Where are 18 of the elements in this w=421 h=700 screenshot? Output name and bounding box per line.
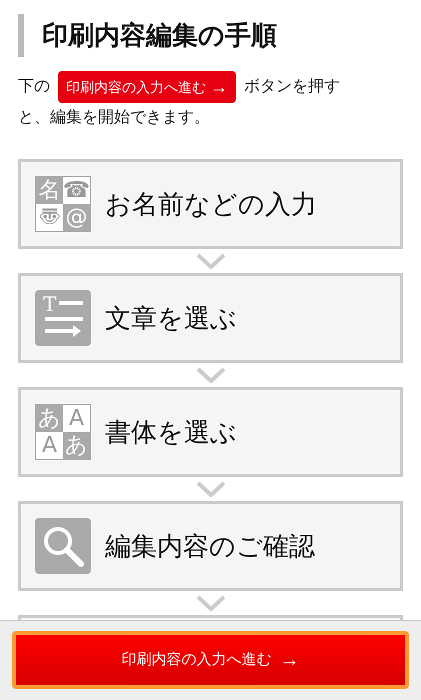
intro-text: と、編集を開始できます。 (18, 108, 210, 128)
intro-text: 下の (18, 77, 50, 97)
step-card: T 文章を選ぶ (18, 273, 403, 363)
proceed-button[interactable]: 印刷内容の入力へ進む → (58, 71, 236, 103)
chevron-down-icon (196, 595, 226, 611)
proceed-button[interactable]: 印刷内容の入力へ進む → (12, 631, 409, 689)
step-card: 編集内容のご確認 (18, 501, 403, 591)
search-icon (35, 518, 91, 574)
symbol-grid-icon: あ A A あ (35, 404, 91, 460)
step-card: 名☎ 〠 @ お名前などの入力 (18, 159, 403, 249)
section-heading: 印刷内容編集の手順 (42, 19, 278, 52)
symbol-grid-icon: 名☎ 〠 @ (35, 176, 91, 232)
text-lines-icon: T (35, 290, 91, 346)
chevron-down-icon (196, 367, 226, 383)
step-card: あ A A あ 書体を選ぶ (18, 387, 403, 477)
intro-text: ボタンを押す (244, 77, 340, 97)
chevron-down-icon (196, 481, 226, 497)
chevron-down-icon (196, 253, 226, 269)
